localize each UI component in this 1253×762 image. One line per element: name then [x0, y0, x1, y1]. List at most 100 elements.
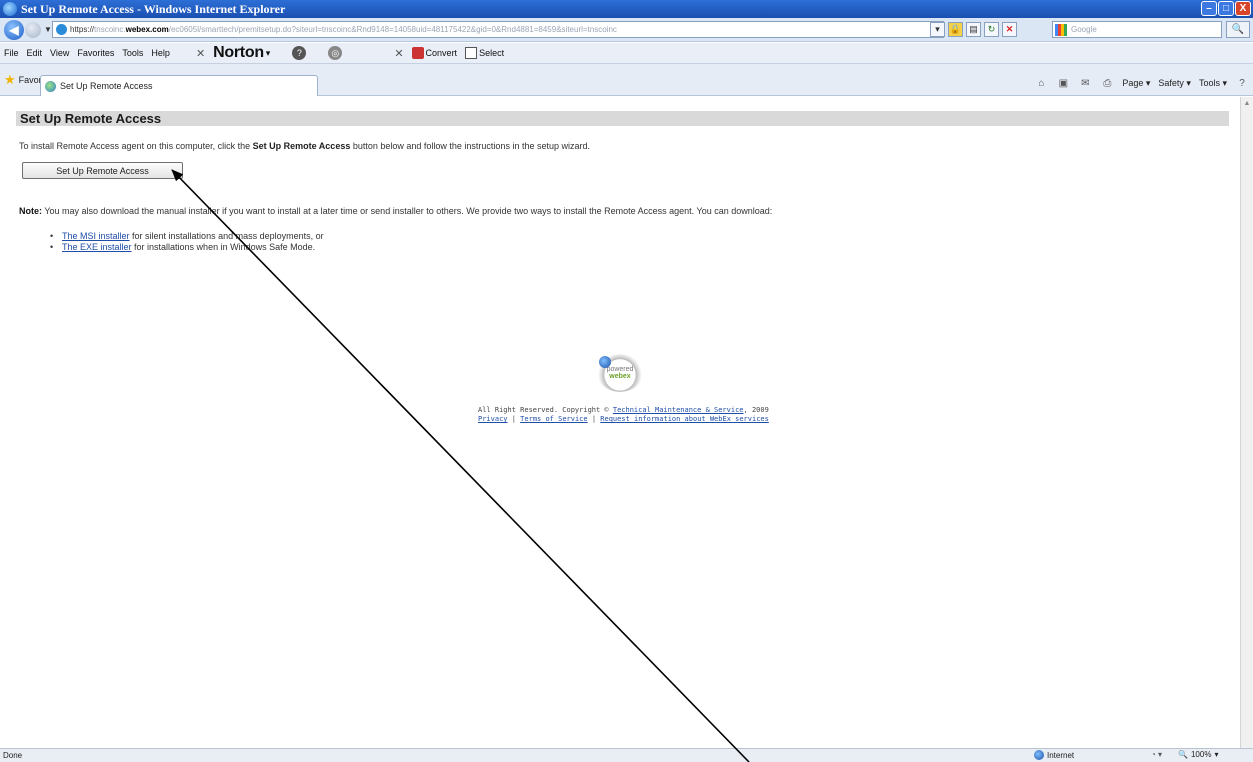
- status-text: Done: [3, 751, 23, 760]
- menu-view[interactable]: View: [50, 48, 69, 58]
- help-icon[interactable]: ?: [1235, 77, 1249, 90]
- command-bar: ⌂ ▣ ✉ ⎙ Page ▾ Safety ▾ Tools ▾ ?: [1034, 77, 1249, 90]
- address-dropdown-icon[interactable]: ▾: [930, 22, 945, 37]
- address-toolbar: ◀ ▼ https:// tnscoinc. webex.com /ec0605…: [0, 18, 1253, 42]
- page-title: Set Up Remote Access: [16, 111, 1229, 126]
- note-body: You may also download the manual install…: [42, 206, 773, 216]
- address-icons: ▾ 🔒 ▤ ↻ ✕: [930, 22, 1017, 37]
- copyright-line: All Right Reserved. Copyright © Technica…: [478, 406, 769, 414]
- menu-favorites[interactable]: Favorites: [77, 48, 114, 58]
- menu-tools[interactable]: Tools: [122, 48, 143, 58]
- favorites-bar: ★ Favorites Set Up Remote Access ⌂ ▣ ✉ ⎙…: [0, 64, 1253, 96]
- vertical-scrollbar[interactable]: ▲: [1240, 97, 1253, 748]
- search-input[interactable]: Google: [1052, 21, 1222, 38]
- refresh-icon[interactable]: ↻: [984, 22, 999, 37]
- terms-link[interactable]: Terms of Service: [520, 415, 587, 423]
- internet-zone-icon: [1034, 750, 1044, 760]
- close-button[interactable]: X: [1235, 1, 1251, 16]
- search-button[interactable]: 🔍: [1226, 21, 1250, 38]
- select-icon[interactable]: [465, 47, 478, 59]
- ie-icon: [3, 2, 17, 16]
- copyright-text: All Right Reserved. Copyright ©: [478, 406, 613, 414]
- window-controls: – □ X: [1201, 1, 1251, 16]
- norton-help-icon[interactable]: ?: [292, 46, 307, 60]
- footer-links: Privacy | Terms of Service | Request inf…: [478, 415, 769, 423]
- compatibility-icon[interactable]: ▤: [966, 22, 981, 37]
- zoom-icon: 🔍: [1178, 750, 1188, 759]
- intro-text: To install Remote Access agent on this c…: [19, 141, 590, 151]
- footer-separator: |: [587, 415, 601, 423]
- scroll-up-icon[interactable]: ▲: [1241, 97, 1253, 109]
- zoom-control[interactable]: 🔍 100% ▾: [1178, 750, 1218, 759]
- url-host: webex.com: [125, 25, 169, 34]
- home-icon[interactable]: ⌂: [1034, 77, 1048, 90]
- norton-settings-icon[interactable]: ◎: [328, 46, 343, 60]
- pdf-toolbar-close-icon[interactable]: ✕: [394, 47, 403, 60]
- copyright-year: , 2009: [743, 406, 769, 414]
- protected-mode-icon[interactable]: ◔ ▾: [1151, 750, 1162, 759]
- intro-bold: Set Up Remote Access: [252, 141, 351, 151]
- history-dropdown-icon[interactable]: ▼: [44, 25, 52, 34]
- list-item: The MSI installer for silent installatio…: [50, 231, 324, 241]
- list-item: The EXE installer for installations when…: [50, 242, 324, 252]
- menu-help[interactable]: Help: [151, 48, 170, 58]
- site-icon: [56, 24, 67, 35]
- feeds-icon[interactable]: ▣: [1056, 77, 1070, 90]
- url-path: /ec0605l/smarttech/premitsetup.do?siteur…: [168, 25, 617, 34]
- msi-description: for silent installations and mass deploy…: [129, 231, 324, 241]
- privacy-link[interactable]: Privacy: [478, 415, 508, 423]
- footer-separator: |: [507, 415, 521, 423]
- powered-by-webex-logo: powered webex: [597, 354, 643, 392]
- intro-after: button below and follow the instructions…: [350, 141, 590, 151]
- exe-description: for installations when in Windows Safe M…: [131, 242, 316, 252]
- menu-bar: File Edit View Favorites Tools Help ✕ No…: [0, 43, 1253, 64]
- google-icon: [1055, 23, 1067, 36]
- convert-button[interactable]: Convert: [426, 48, 458, 58]
- set-up-remote-access-button[interactable]: Set Up Remote Access: [22, 162, 183, 179]
- lock-icon[interactable]: 🔒: [948, 22, 963, 37]
- toolbar-close-icon[interactable]: ✕: [196, 47, 205, 60]
- search-placeholder: Google: [1071, 25, 1097, 34]
- print-icon[interactable]: ⎙: [1100, 77, 1114, 90]
- tab-set-up-remote-access[interactable]: Set Up Remote Access: [40, 75, 318, 96]
- norton-dropdown-icon[interactable]: ▾: [266, 48, 271, 59]
- logo-webex-text: webex: [609, 373, 631, 380]
- intro-before: To install Remote Access agent on this c…: [19, 141, 253, 151]
- download-list: The MSI installer for silent installatio…: [50, 231, 324, 253]
- minimize-button[interactable]: –: [1201, 1, 1217, 16]
- company-link[interactable]: Technical Maintenance & Service: [613, 406, 744, 414]
- request-info-link[interactable]: Request information about WebEx services: [600, 415, 769, 423]
- back-button[interactable]: ◀: [4, 19, 24, 40]
- security-zone[interactable]: Internet: [1034, 750, 1074, 760]
- url-field[interactable]: https:// tnscoinc. webex.com /ec0605l/sm…: [52, 21, 944, 38]
- maximize-button[interactable]: □: [1218, 1, 1234, 16]
- page-menu[interactable]: Page ▾: [1122, 78, 1150, 89]
- zone-label: Internet: [1047, 750, 1075, 760]
- exe-installer-link[interactable]: The EXE installer: [62, 242, 132, 252]
- stop-icon[interactable]: ✕: [1002, 22, 1017, 37]
- note-label: Note:: [19, 206, 42, 216]
- zoom-dropdown-icon: ▾: [1214, 750, 1219, 759]
- window-title: Set Up Remote Access - Windows Internet …: [21, 1, 286, 16]
- favorites-star-icon[interactable]: ★: [4, 72, 16, 88]
- select-button[interactable]: Select: [479, 48, 504, 58]
- convert-icon[interactable]: [411, 47, 424, 59]
- menu-file[interactable]: File: [4, 48, 19, 58]
- mail-icon[interactable]: ✉: [1078, 77, 1092, 90]
- forward-button[interactable]: [25, 21, 41, 38]
- page-content: Set Up Remote Access To install Remote A…: [0, 97, 1240, 748]
- tools-menu[interactable]: Tools ▾: [1199, 78, 1227, 89]
- status-bar: Done Internet ◔ ▾ 🔍 100% ▾: [0, 748, 1253, 762]
- tab-site-icon: [45, 80, 56, 92]
- window-title-bar: Set Up Remote Access - Windows Internet …: [0, 0, 1253, 18]
- url-scheme: https://: [70, 25, 95, 34]
- norton-button[interactable]: Norton: [213, 44, 264, 62]
- logo-powered-text: powered: [606, 366, 634, 373]
- note-text: Note: You may also download the manual i…: [19, 206, 772, 216]
- safety-menu[interactable]: Safety ▾: [1158, 78, 1191, 89]
- url-host-prefix: tnscoinc.: [94, 25, 126, 34]
- tab-label: Set Up Remote Access: [60, 81, 153, 91]
- msi-installer-link[interactable]: The MSI installer: [62, 231, 130, 241]
- globe-icon: [599, 356, 611, 368]
- menu-edit[interactable]: Edit: [27, 48, 43, 58]
